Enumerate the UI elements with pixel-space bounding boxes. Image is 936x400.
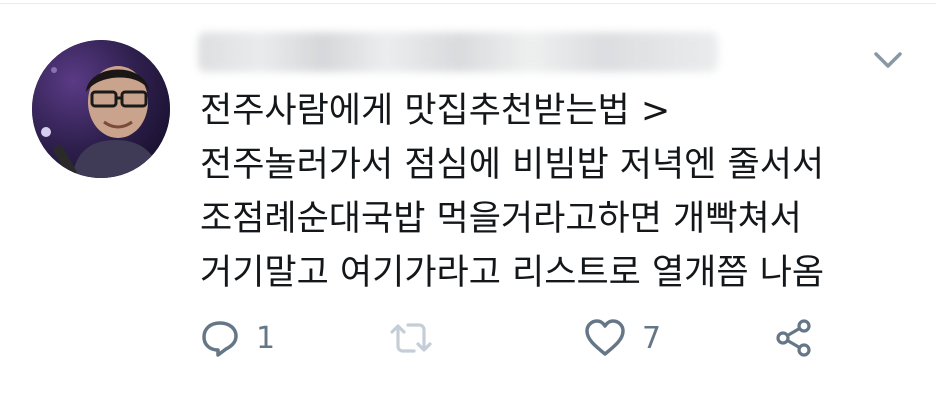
reply-button[interactable]: 1 bbox=[200, 312, 275, 364]
heart-icon bbox=[585, 319, 625, 356]
tweet-text-line: 거기말고 여기가라고 리스트로 열개쯤 나옴 bbox=[200, 253, 825, 293]
avatar-image bbox=[32, 40, 170, 178]
like-button[interactable]: 7 bbox=[584, 312, 661, 364]
share-icon bbox=[776, 319, 811, 357]
reply-count: 1 bbox=[256, 320, 276, 356]
reply-bubble-icon bbox=[202, 321, 238, 357]
avatar[interactable] bbox=[32, 40, 170, 178]
author-header[interactable] bbox=[190, 28, 750, 76]
tweet-text-line: 전주놀러가서 점심에 비빔밥 저녁엔 줄서서 bbox=[200, 145, 825, 185]
tweet-text: 전주사람에게 맛집추천받는법 > 전주놀러가서 점심에 비빔밥 저녁엔 줄서서 … bbox=[200, 84, 920, 300]
chevron-down-icon[interactable] bbox=[868, 44, 908, 76]
share-button[interactable] bbox=[774, 312, 814, 364]
like-count: 7 bbox=[642, 320, 662, 356]
retweet-button[interactable] bbox=[388, 312, 434, 364]
tweet-card[interactable]: 전주사람에게 맛집추천받는법 > 전주놀러가서 점심에 비빔밥 저녁엔 줄서서 … bbox=[0, 0, 936, 400]
retweet-icon bbox=[390, 323, 432, 353]
tweet-text-line: 전주사람에게 맛집추천받는법 > bbox=[200, 91, 671, 131]
tweet-text-line: 조점례순대국밥 먹을거라고하면 개빡쳐서 bbox=[200, 199, 802, 239]
tweet-actions: 1 7 bbox=[200, 312, 840, 364]
blurred-author-name bbox=[198, 32, 718, 72]
